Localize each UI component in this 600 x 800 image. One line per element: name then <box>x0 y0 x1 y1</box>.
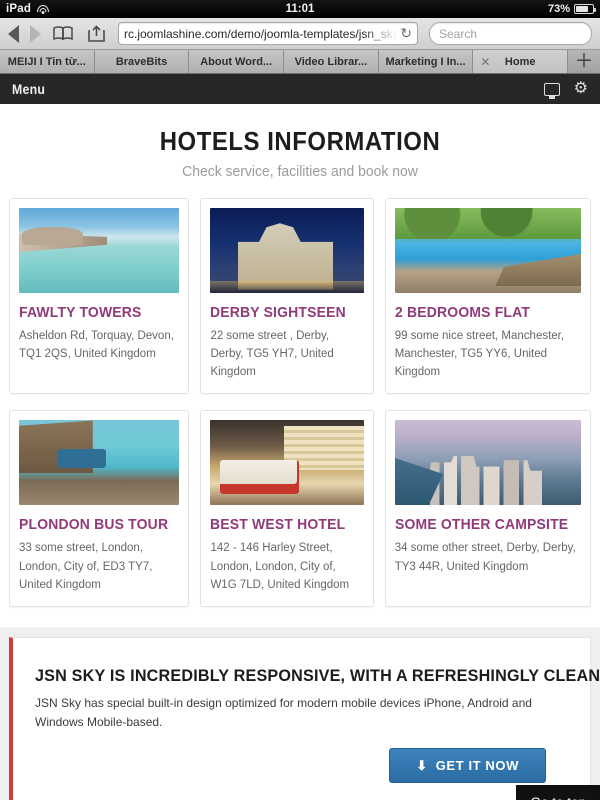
card-title[interactable]: SOME OTHER CAMPSITE <box>395 516 568 533</box>
card-thumbnail[interactable] <box>19 420 180 506</box>
tab-3[interactable]: Video Librar... <box>284 50 379 73</box>
tab-bar: MEIJI I Tin từ... BraveBits About Word..… <box>0 50 600 74</box>
card-thumbnail[interactable] <box>210 208 364 293</box>
promo-description: JSN Sky has special built-in design opti… <box>35 695 532 730</box>
tab-5-active[interactable]: ✕ Home <box>473 50 569 73</box>
tab-1[interactable]: BraveBits <box>94 50 190 73</box>
get-it-now-label: GET IT NOW <box>435 758 519 774</box>
tropical-pool-photo <box>394 208 581 293</box>
card-thumbnail[interactable] <box>210 420 364 506</box>
browser-toolbar: rc.joomlashine.com/demo/joomla-templates… <box>0 18 600 50</box>
promo-title: JSN SKY IS INCREDIBLY RESPONSIVE, WITH A… <box>35 665 600 685</box>
forward-arrow-icon[interactable] <box>30 24 41 43</box>
overwater-bungalows-photo <box>19 208 180 293</box>
battery-icon <box>574 4 596 14</box>
card-address: 99 some nice street, Manchester, Manches… <box>394 330 565 379</box>
download-icon: ⬇ <box>416 758 428 774</box>
site-bar-actions: ⚙ <box>543 81 588 97</box>
site-menu-bar: Menu ⚙ <box>0 74 600 104</box>
hotel-card[interactable]: PLONDON BUS TOUR 33 some street, London,… <box>9 410 190 607</box>
tab-label: MEIJI I Tin từ... <box>7 55 86 68</box>
search-placeholder: Search <box>439 26 478 41</box>
ios-status-bar: iPad 11:01 73% <box>0 0 600 18</box>
hotel-card[interactable]: DERBY SIGHTSEEN 22 some street , Derby, … <box>200 198 374 395</box>
tab-label: Home <box>504 55 536 68</box>
back-arrow-icon[interactable] <box>8 24 19 43</box>
page-header: HOTELS INFORMATION Check service, facili… <box>0 104 600 186</box>
address-bar[interactable]: rc.joomlashine.com/demo/joomla-templates… <box>118 22 418 45</box>
tab-0[interactable]: MEIJI I Tin từ... <box>0 50 95 73</box>
card-title[interactable]: FAWLTY TOWERS <box>19 304 168 321</box>
card-address: Asheldon Rd, Torquay, Devon, TQ1 2QS, Un… <box>19 330 174 361</box>
menu-label[interactable]: Menu <box>12 81 45 97</box>
tab-4[interactable]: Marketing I In... <box>378 50 474 73</box>
go-to-top-button[interactable]: Go to top <box>516 785 600 800</box>
beach-villa-deck-photo <box>19 420 180 506</box>
page-subtitle: Check service, facilities and book now <box>182 163 418 180</box>
card-address: 34 some other street, Derby, Derby, TY3 … <box>394 542 576 573</box>
card-thumbnail[interactable] <box>394 420 581 506</box>
promo-panel: JSN SKY IS INCREDIBLY RESPONSIVE, WITH A… <box>9 636 600 800</box>
go-to-top-label: Go to top <box>530 795 586 800</box>
close-icon[interactable]: ✕ <box>480 55 490 69</box>
card-thumbnail[interactable] <box>19 208 180 293</box>
hotel-card[interactable]: BEST WEST HOTEL 142 - 146 Harley Street,… <box>200 410 374 607</box>
hotel-cards-grid: FAWLTY TOWERS Asheldon Rd, Torquay, Devo… <box>0 186 600 607</box>
card-address: 33 some street, London, London, City of,… <box>19 542 153 591</box>
search-input[interactable]: Search <box>429 22 592 45</box>
card-address: 22 some street , Derby, Derby, TG5 YH7, … <box>210 330 334 379</box>
book-icon[interactable] <box>52 24 74 44</box>
tab-label: BraveBits <box>115 55 168 68</box>
share-icon[interactable] <box>85 24 107 44</box>
status-bar-clock: 11:01 <box>285 3 315 15</box>
monitor-icon[interactable] <box>543 82 560 96</box>
tab-2[interactable]: About Word... <box>189 50 285 73</box>
promo-actions: ⬇ GET IT NOW <box>35 748 568 784</box>
url-text: rc.joomlashine.com/demo/joomla-templates… <box>124 26 398 41</box>
tab-label: Video Librar... <box>294 55 368 68</box>
hotel-card[interactable]: FAWLTY TOWERS Asheldon Rd, Torquay, Devo… <box>9 198 190 395</box>
promo-section: JSN SKY IS INCREDIBLY RESPONSIVE, WITH A… <box>0 626 600 800</box>
get-it-now-button[interactable]: ⬇ GET IT NOW <box>389 748 546 784</box>
page-title: HOTELS INFORMATION <box>159 126 441 156</box>
card-title[interactable]: PLONDON BUS TOUR <box>19 516 168 533</box>
gear-icon[interactable]: ⚙ <box>574 81 588 97</box>
city-riverfront-photo <box>394 420 581 506</box>
hotel-card[interactable]: SOME OTHER CAMPSITE 34 some other street… <box>384 410 591 607</box>
grand-hotel-night-photo <box>210 208 364 293</box>
hotel-bedroom-photo <box>210 420 364 506</box>
card-thumbnail[interactable] <box>394 208 581 293</box>
reload-icon[interactable]: ↻ <box>397 25 412 42</box>
card-title[interactable]: BEST WEST HOTEL <box>210 516 353 533</box>
card-title[interactable]: 2 BEDROOMS FLAT <box>395 304 568 321</box>
tab-label: About Word... <box>200 55 273 68</box>
tab-label: Marketing I In... <box>385 55 466 68</box>
plus-icon[interactable]: ＋ <box>568 50 600 73</box>
card-title[interactable]: DERBY SIGHTSEEN <box>210 304 353 321</box>
hotel-card[interactable]: 2 BEDROOMS FLAT 99 some nice street, Man… <box>384 198 591 395</box>
card-address: 142 - 146 Harley Street, London, London,… <box>210 542 350 591</box>
page-content: HOTELS INFORMATION Check service, facili… <box>0 104 600 800</box>
